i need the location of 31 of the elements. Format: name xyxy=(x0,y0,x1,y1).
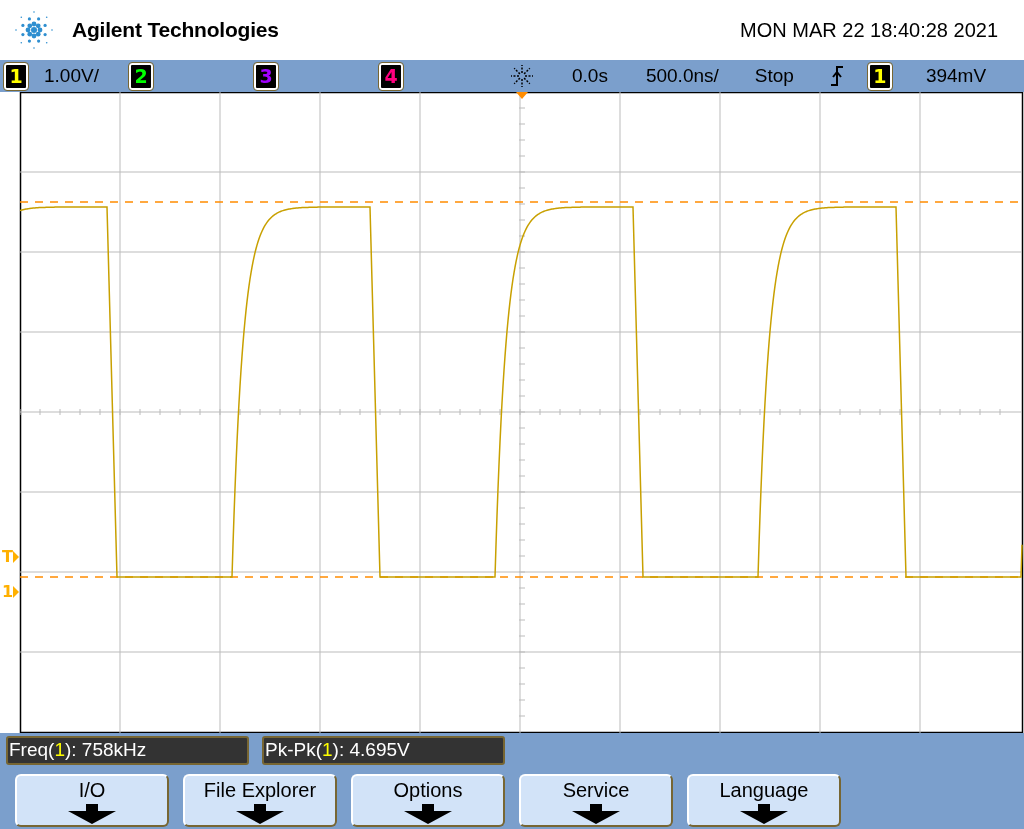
channel-badge[interactable]: 4 xyxy=(379,62,403,90)
measurement-readout: Pk-Pk(1): 4.695V xyxy=(262,736,505,765)
softkey-button[interactable]: I/O xyxy=(15,774,169,827)
brand-name: Agilent Technologies xyxy=(72,17,279,44)
run-state: Stop xyxy=(754,63,794,88)
softkey-button[interactable]: Service xyxy=(519,774,673,827)
down-arrow-icon xyxy=(739,804,789,824)
softkey-button[interactable]: File Explorer xyxy=(183,774,337,827)
softkey-button[interactable]: Options xyxy=(351,774,505,827)
trigger-level: 394mV xyxy=(925,63,987,88)
channel-badge[interactable]: 3 xyxy=(254,62,278,90)
date-time: MON MAR 22 18:40:28 2021 xyxy=(740,18,998,43)
down-arrow-icon xyxy=(67,804,117,824)
time-per-div: 500.0ns/ xyxy=(645,63,719,88)
channel-marker: 1 xyxy=(2,584,14,600)
volts-per-div: 1.00V/ xyxy=(44,63,99,88)
rising-edge-icon xyxy=(829,66,844,86)
trigger-delay: 0.0s xyxy=(572,63,608,88)
channel-badge[interactable]: 1 xyxy=(867,62,892,90)
measurement-readout: Freq(1): 758kHz xyxy=(6,736,249,765)
marker-arrow-icon xyxy=(12,551,19,563)
marker-arrow-icon xyxy=(13,586,20,598)
down-arrow-icon xyxy=(235,804,285,824)
acquisition-star-icon xyxy=(509,63,535,89)
channel-badge[interactable]: 1 xyxy=(4,62,28,90)
trigger-marker: T xyxy=(2,549,13,565)
down-arrow-icon xyxy=(571,804,621,824)
spark-logo-icon xyxy=(12,8,56,52)
down-arrow-icon xyxy=(403,804,453,824)
channel-badge[interactable]: 2 xyxy=(129,62,153,90)
softkey-button[interactable]: Language xyxy=(687,774,841,827)
